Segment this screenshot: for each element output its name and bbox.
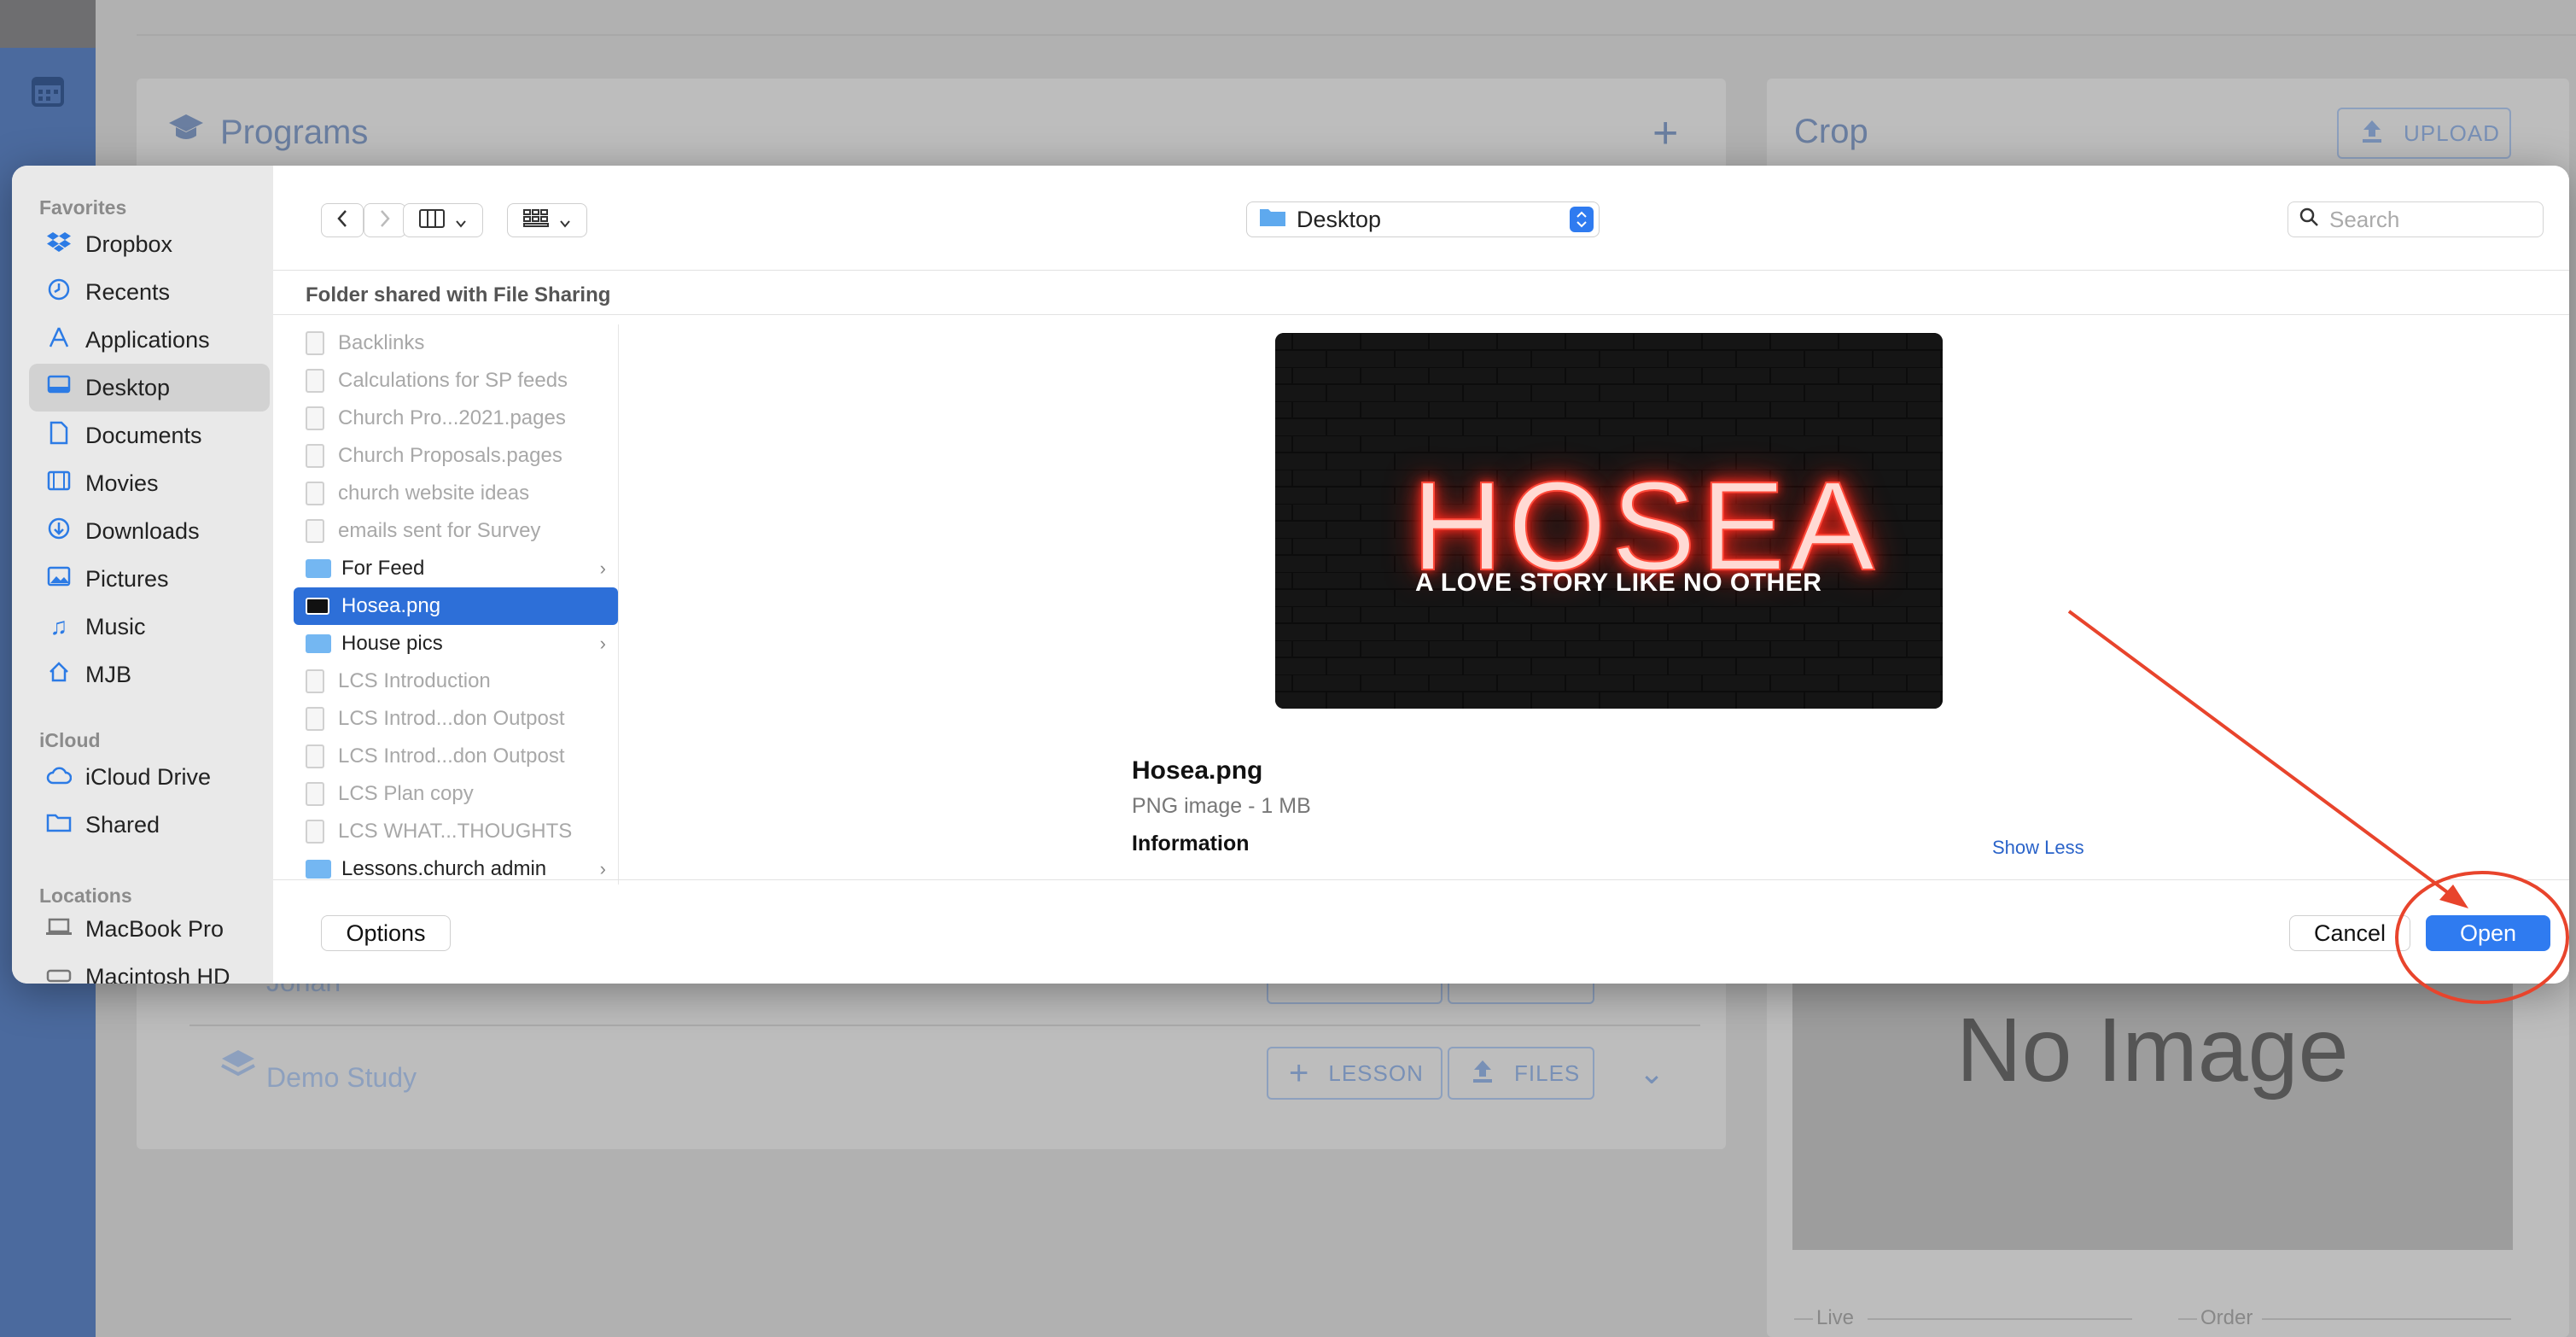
annotation-overlay — [2067, 610, 2569, 1004]
annotation-arrow — [2067, 610, 2462, 903]
annotation-circle — [2395, 871, 2569, 1004]
